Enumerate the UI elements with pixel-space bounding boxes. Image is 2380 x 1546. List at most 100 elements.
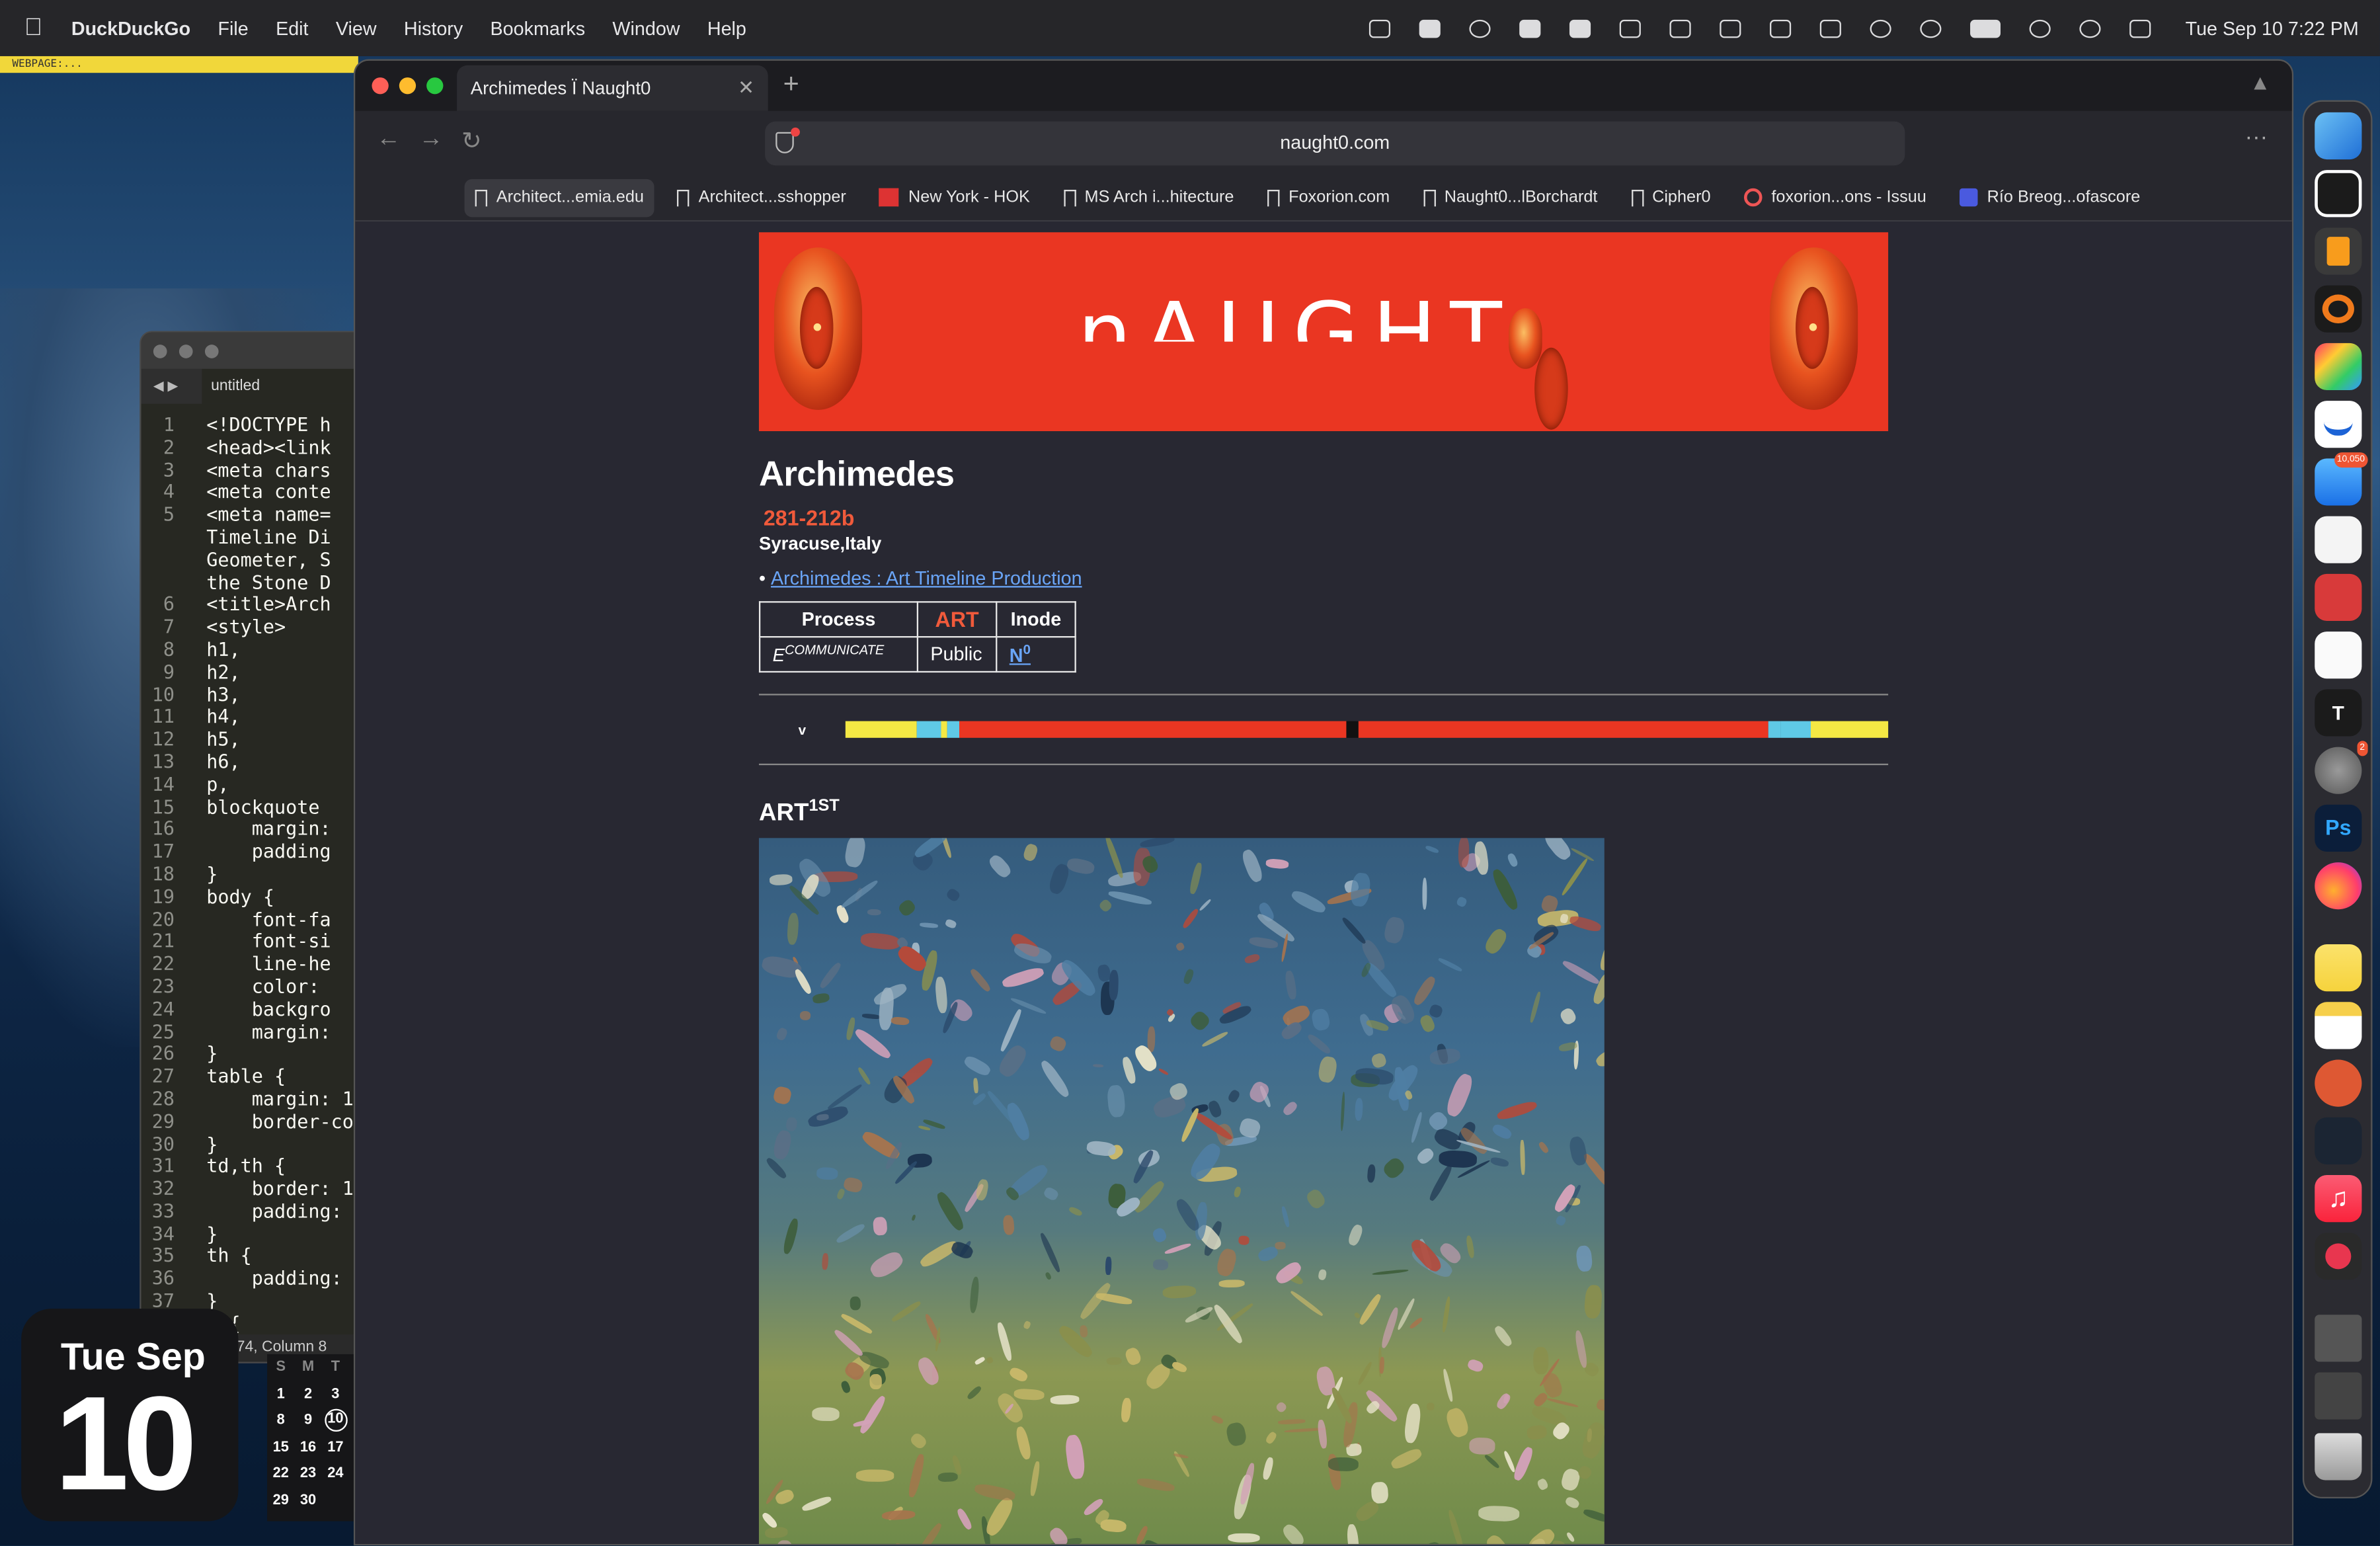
editor-zoom-button[interactable] — [204, 344, 219, 358]
more-menu-icon[interactable]: ··· — [2245, 124, 2268, 150]
photoshop-icon[interactable]: Ps — [2315, 804, 2362, 852]
stickies-icon[interactable] — [2315, 944, 2362, 992]
line-number: 10 — [151, 682, 175, 706]
blender-icon[interactable] — [2315, 285, 2362, 333]
screen-recorder-icon[interactable] — [2315, 1233, 2362, 1280]
bookmark-item[interactable]: Cipher0 — [1620, 179, 1722, 216]
blank-app-icon[interactable] — [2315, 631, 2362, 679]
system-settings-icon[interactable]: 2 — [2315, 741, 2368, 794]
menu-edit[interactable]: Edit — [276, 17, 308, 38]
forward-arrow-icon[interactable]: → — [419, 126, 444, 153]
new-tab-icon[interactable]: + — [783, 68, 799, 100]
menu-help[interactable]: Help — [707, 17, 746, 38]
art-fragment — [1380, 1156, 1407, 1182]
menu-window[interactable]: Window — [612, 17, 680, 38]
tradingview-icon[interactable]: T — [2315, 689, 2362, 737]
bookmark-item[interactable]: Architect...sshopper — [666, 179, 856, 216]
textedit-icon[interactable] — [2315, 516, 2362, 563]
cell-n-text[interactable]: N — [1010, 645, 1023, 667]
duckduckgo-icon[interactable] — [2315, 1059, 2362, 1107]
page-content: nAUGHT Archimedes 281-212b Syracuse,Ital… — [758, 232, 1889, 1544]
address-bar[interactable]: naught0.com — [765, 121, 1905, 166]
bookmark-item[interactable]: Naught0...lBorchardt — [1413, 179, 1608, 216]
minimize-window-button[interactable] — [399, 77, 416, 95]
dash-app-icon[interactable] — [2315, 170, 2362, 218]
stack-icon[interactable] — [1719, 19, 1741, 38]
trash-icon[interactable] — [2315, 1433, 2362, 1481]
art-fragment — [1555, 1213, 1567, 1226]
editor-code-area[interactable]: 1 <!DOCTYPE h 2 <head><link 3 <meta chars 4 <me… — [141, 404, 358, 1334]
bookmark-item[interactable]: Río Breog...ofascore — [1949, 179, 2151, 216]
art-fragment — [1150, 1226, 1169, 1245]
th-process: Process — [758, 601, 919, 638]
bluetooth-icon[interactable] — [1870, 19, 1891, 38]
menu-clock[interactable]: Tue Sep 10 7:22 PM — [2186, 17, 2359, 38]
date-widget[interactable]: Tue Sep 10 — [21, 1309, 239, 1522]
dropbox-icon[interactable] — [1368, 19, 1390, 38]
art-fragment — [799, 1010, 813, 1021]
window-icon[interactable] — [1819, 19, 1841, 38]
color-timeline-bar[interactable]: v — [759, 721, 1889, 738]
menu-app-name[interactable]: DuckDuckGo — [71, 17, 190, 38]
close-tab-icon[interactable]: ✕ — [738, 65, 754, 111]
recent-file-1-icon[interactable] — [2315, 1315, 2362, 1362]
cell-n[interactable]: N0 — [996, 635, 1076, 673]
art-fragment — [1409, 1316, 1424, 1330]
editor-minimize-button[interactable] — [178, 344, 193, 358]
sublime-text-icon[interactable] — [2315, 227, 2362, 275]
battery-icon[interactable] — [1969, 19, 2001, 38]
zoom-window-button[interactable] — [426, 77, 444, 95]
calendar-widget[interactable]: S M T 1 2 3 8 9 10 15 16 17 22 23 24 29 30 — [267, 1354, 356, 1522]
wd-drive-icon[interactable] — [1419, 19, 1441, 38]
bookmark-item[interactable]: Foxorion.com — [1257, 179, 1400, 216]
music-icon[interactable]: ♫ — [2315, 1175, 2362, 1223]
finder-icon[interactable] — [2315, 112, 2362, 160]
back-arrow-icon[interactable]: ← — [376, 126, 401, 153]
fire-button-icon[interactable]: ▲ — [2250, 70, 2271, 95]
editor-close-button[interactable] — [153, 344, 167, 358]
line-number: 34 — [151, 1221, 175, 1244]
code-line: 22 line-he — [141, 952, 358, 976]
menu-view[interactable]: View — [336, 17, 377, 38]
apple-icon[interactable]:  — [24, 15, 49, 42]
editor-tab[interactable]: untitled — [202, 368, 358, 404]
spotlight-search-icon[interactable] — [2079, 19, 2101, 38]
widget-date: 10 — [54, 1367, 198, 1518]
bookmark-item[interactable]: foxorion...ons - Issuu — [1733, 179, 1937, 216]
site-banner[interactable]: nAUGHT — [758, 232, 1889, 432]
firefox-icon[interactable] — [2315, 862, 2362, 910]
close-window-button[interactable] — [372, 77, 389, 95]
basecamp-icon[interactable] — [2315, 401, 2362, 448]
launchpad-icon[interactable] — [2315, 343, 2362, 391]
privacy-shield-icon[interactable] — [775, 127, 800, 153]
screenshot-icon[interactable] — [1669, 19, 1691, 38]
menu-file[interactable]: File — [218, 17, 248, 38]
activity-monitor-icon[interactable] — [2315, 1117, 2362, 1164]
mail-icon[interactable]: 10,050 — [2315, 452, 2368, 506]
bookmark-item[interactable]: New York - HOK — [869, 179, 1041, 216]
sidebar-icon[interactable] — [1769, 19, 1791, 38]
art-fragment — [1346, 1524, 1361, 1544]
display-icon[interactable] — [1619, 19, 1641, 38]
art-fragment — [1010, 996, 1047, 1015]
art-timeline-link[interactable]: Archimedes : Art Timeline Production — [771, 568, 1082, 589]
moon-icon[interactable] — [1919, 19, 1941, 38]
menu-bookmarks[interactable]: Bookmarks — [491, 17, 586, 38]
art-fragment — [1418, 1014, 1437, 1034]
reload-icon[interactable]: ↻ — [461, 126, 482, 157]
menu-history[interactable]: History — [404, 17, 463, 38]
pocket-icon[interactable] — [1519, 19, 1540, 38]
control-center-icon[interactable] — [2129, 19, 2151, 38]
notes-icon[interactable] — [2315, 1002, 2362, 1049]
recent-file-2-icon[interactable] — [2315, 1372, 2362, 1420]
pdf-app-icon[interactable] — [2315, 573, 2362, 622]
browser-tab-active[interactable]: Archimedes Ï Naught0 ✕ — [457, 65, 768, 111]
wifi-icon[interactable] — [2029, 19, 2051, 38]
art-fragment — [1121, 1055, 1138, 1084]
video-camera-icon[interactable] — [1569, 19, 1591, 38]
editor-nav-arrows-icon[interactable]: ◀ ▶ — [141, 378, 202, 395]
sync-icon[interactable] — [1468, 19, 1491, 38]
bookmark-item[interactable]: Architect...emia.edu — [464, 178, 655, 217]
bookmark-item[interactable]: MS Arch i...hitecture — [1052, 179, 1244, 216]
artwork-image[interactable] — [758, 838, 1605, 1544]
